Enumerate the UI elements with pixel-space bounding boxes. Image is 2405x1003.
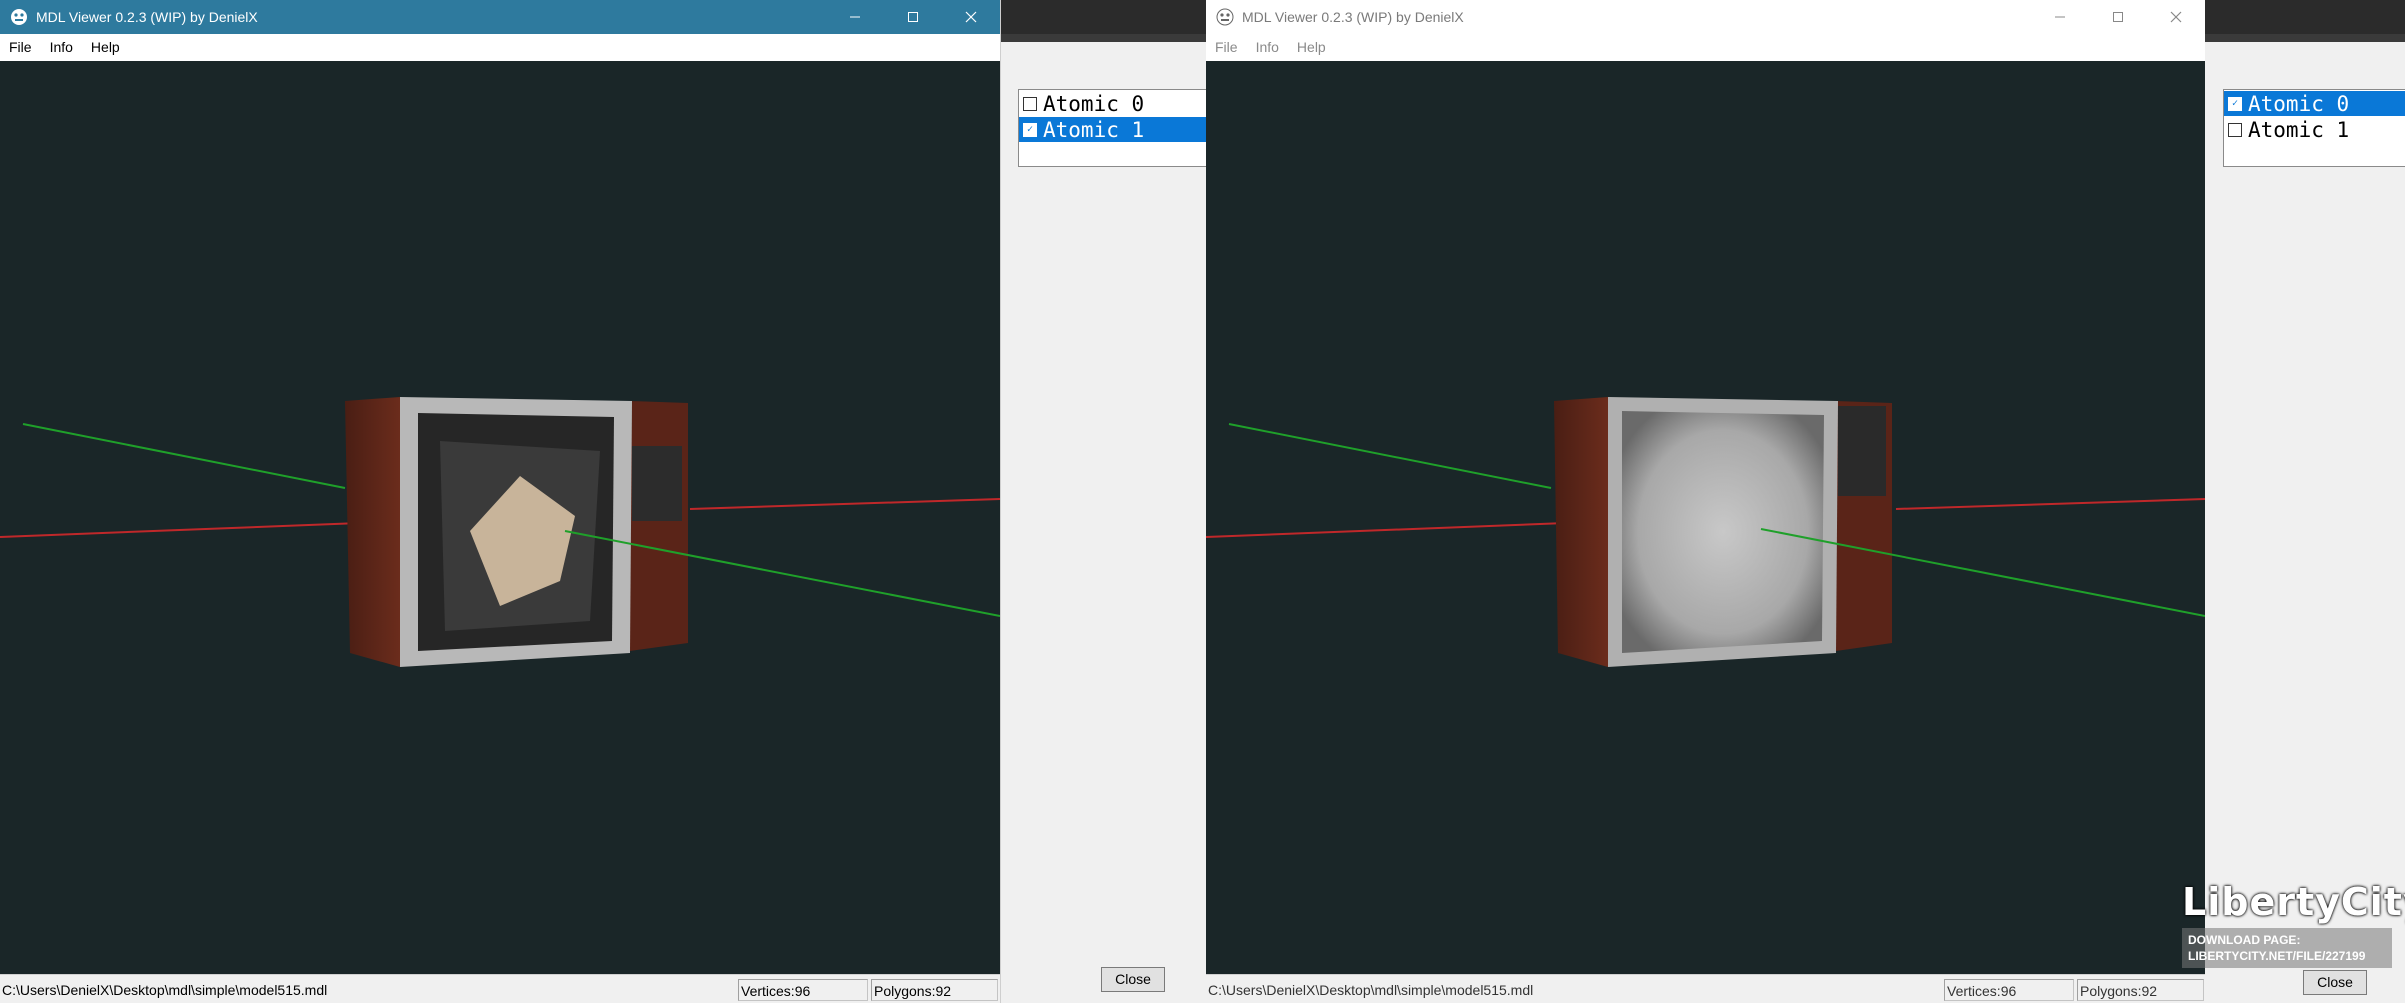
download-url: LIBERTYCITY.NET/FILE/227199: [2188, 949, 2366, 963]
atomic-list: Atomic 0 ✓ Atomic 1: [1018, 89, 1207, 167]
minimize-button[interactable]: [2031, 0, 2089, 34]
checkbox[interactable]: [1023, 96, 1037, 111]
maximize-button[interactable]: [2089, 0, 2147, 34]
menu-help[interactable]: Help: [1288, 34, 1335, 61]
axis-x-line: [1206, 522, 1567, 538]
axis-y-line: [1228, 423, 1552, 489]
window-title: MDL Viewer 0.2.3 (WIP) by DenielX: [36, 9, 258, 25]
atomic-label: Atomic 0: [2248, 91, 2350, 116]
vertex-count: Vertices:96: [1944, 979, 2074, 1001]
status-bar: C:\Users\DenielX\Desktop\mdl\simple\mode…: [1206, 974, 2205, 1003]
libertycity-watermark: LibertyCity DOWNLOAD PAGE: LIBERTYCITY.N…: [2182, 880, 2405, 968]
scene-render: [1206, 397, 2205, 667]
close-window-button[interactable]: [2147, 0, 2205, 34]
minimize-icon: [2055, 16, 2065, 18]
maximize-icon: [2113, 12, 2123, 22]
polygon-count: Polygons:92: [871, 979, 998, 1001]
atomic-list: ✓ Atomic 0 Atomic 1: [2223, 89, 2405, 167]
menu-file[interactable]: File: [1206, 34, 1247, 61]
3d-viewport[interactable]: [1206, 61, 2205, 975]
atomic-label: Atomic 1: [2248, 117, 2350, 142]
axis-x-line-2: [689, 498, 1000, 510]
atomic-panel-right: ✓ Atomic 0 Atomic 1 Close: [2205, 0, 2405, 1003]
vertex-count: Vertices:96: [738, 979, 868, 1001]
checkbox[interactable]: ✓: [1023, 122, 1037, 137]
atomic-item[interactable]: Atomic 0: [1019, 91, 1207, 116]
axis-y-line: [22, 423, 346, 489]
maximize-icon: [908, 12, 918, 22]
atomic-item[interactable]: ✓ Atomic 0: [2224, 91, 2405, 116]
minimize-icon: [850, 16, 860, 18]
atomic-item[interactable]: ✓ Atomic 1: [1019, 117, 1207, 142]
title-bar[interactable]: MDL Viewer 0.2.3 (WIP) by DenielX: [1206, 0, 2205, 34]
app-icon: [1216, 8, 1234, 26]
menu-help[interactable]: Help: [82, 34, 129, 61]
atomic-label: Atomic 0: [1043, 91, 1145, 116]
maximize-button[interactable]: [884, 0, 942, 34]
window-title: MDL Viewer 0.2.3 (WIP) by DenielX: [1242, 9, 1464, 25]
status-bar: C:\Users\DenielX\Desktop\mdl\simple\mode…: [0, 974, 1000, 1003]
tv-side-left: [1554, 397, 1608, 667]
axis-x-line: [0, 522, 361, 538]
scene-render: [0, 397, 1000, 667]
menu-bar: File Info Help: [1206, 34, 2205, 61]
atomic-panel-left: Atomic 0 ✓ Atomic 1 Close: [1000, 0, 1207, 1003]
app-icon: [11, 9, 27, 25]
file-path: C:\Users\DenielX\Desktop\mdl\simple\mode…: [2, 982, 328, 998]
tv-side-left: [345, 397, 400, 667]
close-window-button[interactable]: [942, 0, 1000, 34]
3d-viewport[interactable]: [0, 61, 1000, 975]
title-bar[interactable]: MDL Viewer 0.2.3 (WIP) by DenielX: [0, 0, 1000, 34]
close-icon: [965, 11, 977, 23]
viewer-window-right: MDL Viewer 0.2.3 (WIP) by DenielX File I…: [1206, 0, 2205, 1003]
menu-file[interactable]: File: [0, 34, 41, 61]
tv-knob-panel: [632, 446, 682, 521]
polygon-count: Polygons:92: [2077, 979, 2204, 1001]
menu-info[interactable]: Info: [41, 34, 82, 61]
menu-info[interactable]: Info: [1247, 34, 1288, 61]
close-button[interactable]: Close: [1101, 967, 1165, 992]
close-button[interactable]: Close: [2303, 970, 2367, 995]
checkbox[interactable]: ✓: [2228, 96, 2242, 111]
libertycity-logo: LibertyCity: [2182, 880, 2405, 924]
file-path: C:\Users\DenielX\Desktop\mdl\simple\mode…: [1208, 982, 1534, 998]
minimize-button[interactable]: [826, 0, 884, 34]
close-icon: [2170, 11, 2182, 23]
tv-knob-panel: [1838, 406, 1886, 496]
atomic-item[interactable]: Atomic 1: [2224, 117, 2405, 142]
viewer-window-left: MDL Viewer 0.2.3 (WIP) by DenielX File I…: [0, 0, 1000, 1003]
tv-screen: [1622, 411, 1824, 653]
axis-x-line-2: [1895, 498, 2205, 510]
tv-side-right: [630, 401, 688, 651]
menu-bar: File Info Help: [0, 34, 1000, 61]
checkbox[interactable]: [2228, 122, 2242, 137]
atomic-label: Atomic 1: [1043, 117, 1145, 142]
download-label: DOWNLOAD PAGE:: [2188, 933, 2301, 947]
